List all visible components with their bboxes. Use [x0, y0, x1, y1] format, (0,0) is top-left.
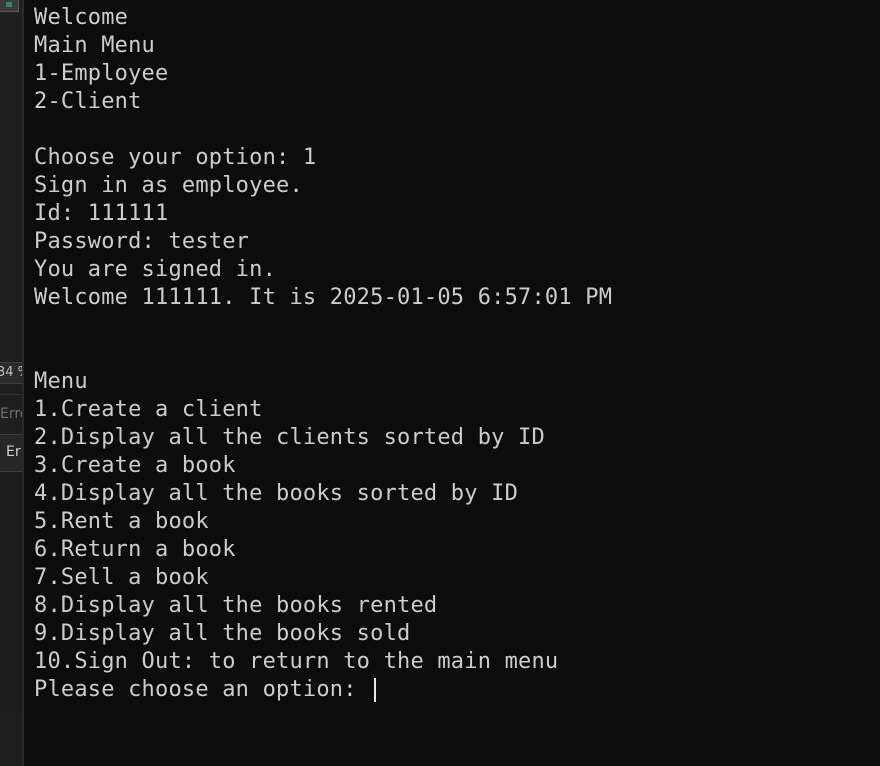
console-window-border [22, 0, 24, 766]
console-line: 8.Display all the books rented [34, 593, 438, 618]
zoom-level[interactable]: 34 % [0, 362, 22, 384]
screen: 34 % Erro Er Welcome Main Menu 1-Employe… [0, 0, 880, 766]
console-line: Welcome [34, 5, 129, 30]
divider [0, 394, 22, 395]
error-filter-label: Er [6, 444, 21, 460]
console-output[interactable]: Welcome Main Menu 1-Employee 2-Client Ch… [34, 4, 874, 704]
console-prompt: Please choose an option: [34, 677, 371, 702]
console-line: 10.Sign Out: to return to the main menu [34, 649, 559, 674]
console-line: Sign in as employee. [34, 173, 303, 198]
console-line: Choose your option: 1 [34, 145, 317, 170]
console-prompt-line[interactable]: Please choose an option: [34, 676, 874, 704]
console-line: 1.Create a client [34, 397, 263, 422]
console-line: Password: tester [34, 229, 250, 254]
console-line: Id: 111111 [34, 201, 169, 226]
console-line: You are signed in. [34, 257, 277, 282]
console-line: 7.Sell a book [34, 565, 209, 590]
console-line: 2.Display all the clients sorted by ID [34, 425, 545, 450]
console-line: 6.Return a book [34, 537, 236, 562]
console-line: 4.Display all the books sorted by ID [34, 481, 519, 506]
console-line: Welcome 111111. It is 2025-01-05 6:57:01… [34, 285, 613, 310]
ide-toolbar-button[interactable] [0, 0, 19, 12]
text-cursor [374, 678, 377, 702]
console-line: Main Menu [34, 33, 156, 58]
console-line: 3.Create a book [34, 453, 236, 478]
console-line: 5.Rent a book [34, 509, 209, 534]
background-ide-window: 34 % Erro Er [0, 0, 22, 766]
console-line: 2-Client [34, 89, 142, 114]
run-icon [6, 2, 12, 7]
console-line: Menu [34, 369, 88, 394]
ide-lower-panel [0, 472, 22, 712]
error-list-tab[interactable]: Erro [0, 404, 22, 424]
console-line: 1-Employee [34, 61, 169, 86]
console-line: 9.Display all the books sold [34, 621, 411, 646]
